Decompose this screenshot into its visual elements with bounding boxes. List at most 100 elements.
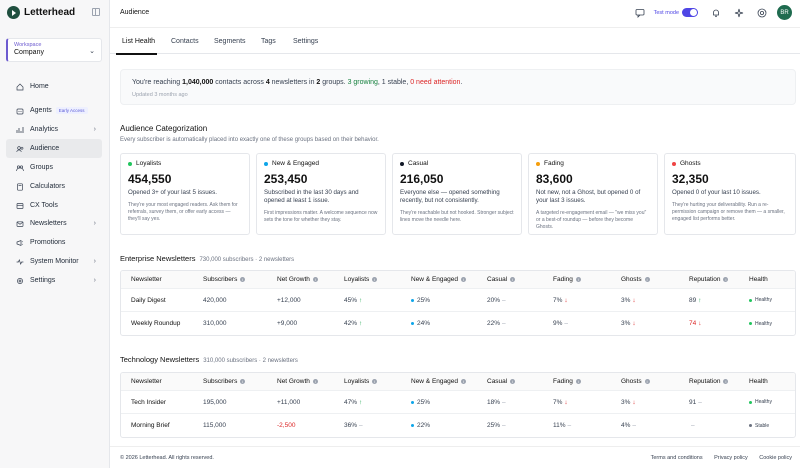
table-row[interactable]: Daily Digest 420,000 +12,000 45% ↑ 25% 20% – 7% ↓…: [121, 289, 795, 312]
test-mode-toggle[interactable]: [682, 8, 698, 17]
sidebar-item-audience[interactable]: Audience: [6, 139, 102, 158]
info-icon[interactable]: i: [372, 379, 378, 384]
category-name: Loyalists: [136, 160, 162, 167]
app-logo[interactable]: Letterhead: [7, 6, 75, 19]
table-row[interactable]: Weekly Roundup 310,000 +9,000 42% ↑ 24% 22% – 9%…: [121, 312, 795, 335]
category-header: Fading: [536, 160, 650, 167]
column-header[interactable]: New & Engaged i: [411, 373, 466, 390]
category-card-fading: Fading 83,600 Not new, not a Ghost, but op…: [528, 153, 658, 235]
column-header[interactable]: Fading i: [553, 271, 581, 288]
trend-down-icon: ↓: [698, 320, 702, 327]
user-avatar[interactable]: BR: [777, 5, 792, 20]
column-header[interactable]: Casual i: [487, 373, 516, 390]
group-name: Technology Newsletters: [120, 355, 200, 364]
column-header[interactable]: Newsletter: [131, 373, 162, 390]
status-dot: [264, 161, 268, 166]
table-row[interactable]: Morning Brief 115,000 -2,500 36% – 22% 25% – 11%…: [121, 414, 795, 437]
column-header[interactable]: Health: [749, 373, 768, 390]
info-icon[interactable]: i: [240, 277, 246, 282]
workspace-switcher[interactable]: Workspace Company ⌄: [6, 38, 102, 62]
subscribers-cell: 420,000: [203, 296, 227, 304]
page-title: Audience: [120, 9, 150, 16]
tab-settings[interactable]: Settings: [293, 38, 318, 45]
sidebar-item-newsletters[interactable]: Newsletters ›: [6, 214, 102, 233]
column-header[interactable]: Loyalists i: [344, 271, 378, 288]
column-header[interactable]: Ghosts i: [621, 373, 650, 390]
column-header[interactable]: Subscribers i: [203, 271, 246, 288]
column-header[interactable]: Ghosts i: [621, 271, 650, 288]
column-header[interactable]: Health: [749, 271, 768, 288]
group-meta: 730,000 subscribers · 2 newsletters: [199, 257, 295, 263]
column-header[interactable]: Net Growth i: [277, 271, 318, 288]
info-icon[interactable]: i: [460, 277, 466, 282]
cookie-link[interactable]: Cookie policy: [759, 455, 792, 461]
sidebar-item-system-monitor[interactable]: System Monitor ›: [6, 252, 102, 271]
sparkle-icon[interactable]: [733, 7, 744, 18]
category-card-new-engaged: New & Engaged 253,450 Subscribed in the la…: [256, 153, 386, 235]
status-dot: [400, 161, 404, 166]
info-icon[interactable]: i: [312, 379, 318, 384]
column-header[interactable]: Reputation i: [689, 271, 729, 288]
chat-icon[interactable]: [635, 7, 646, 18]
terms-link[interactable]: Terms and conditions: [651, 455, 703, 461]
sidebar-item-cx-tools[interactable]: CX Tools: [6, 196, 102, 215]
column-header[interactable]: Reputation i: [689, 373, 729, 390]
trend-up-icon: ↑: [359, 320, 363, 327]
tab-tags[interactable]: Tags: [261, 38, 276, 45]
bell-icon[interactable]: [710, 7, 721, 18]
info-icon[interactable]: i: [240, 379, 246, 384]
info-icon[interactable]: i: [723, 379, 729, 384]
info-icon[interactable]: i: [510, 277, 516, 282]
category-name: Casual: [408, 160, 429, 167]
table-row[interactable]: Tech Insider 195,000 +11,000 47% ↑ 25% 18% – 7% ↓…: [121, 391, 795, 414]
newsletter-name[interactable]: Weekly Roundup: [131, 312, 180, 335]
health-badge: Healthy: [749, 391, 772, 413]
column-header[interactable]: Net Growth i: [277, 373, 318, 390]
column-header[interactable]: Casual i: [487, 271, 516, 288]
info-icon[interactable]: i: [723, 277, 729, 282]
sidebar-item-label: Home: [30, 83, 49, 90]
sidebar-item-home[interactable]: Home: [6, 77, 102, 96]
newsletter-name[interactable]: Tech Insider: [131, 391, 166, 413]
tab-contacts[interactable]: Contacts: [171, 38, 199, 45]
trend-flat-icon: –: [502, 398, 506, 406]
loyalists-cell: 45% ↑: [344, 296, 363, 304]
sidebar-item-promotions[interactable]: Promotions: [6, 233, 102, 252]
column-header[interactable]: New & Engaged i: [411, 271, 466, 288]
column-header[interactable]: Newsletter: [131, 271, 162, 288]
sidebar-item-analytics[interactable]: Analytics ›: [6, 120, 102, 139]
info-icon[interactable]: i: [510, 379, 516, 384]
info-icon[interactable]: i: [644, 277, 650, 282]
newsletter-name[interactable]: Morning Brief: [131, 414, 170, 437]
privacy-link[interactable]: Privacy policy: [714, 455, 748, 461]
newsletter-name[interactable]: Daily Digest: [131, 289, 166, 311]
trend-flat-icon: –: [502, 296, 506, 304]
group-meta: 310,000 subscribers · 2 newsletters: [203, 358, 298, 364]
info-icon[interactable]: i: [575, 277, 581, 282]
group-title-technology-newsletters: Technology Newsletters 310,000 subscriber…: [120, 355, 298, 364]
sidebar-item-agents[interactable]: Agents Early Access: [6, 101, 102, 120]
trend-up-icon: ↑: [359, 296, 363, 304]
category-note: First impressions matter. A welcome sequ…: [264, 210, 378, 223]
info-icon[interactable]: i: [575, 379, 581, 384]
column-header[interactable]: Subscribers i: [203, 373, 246, 390]
category-count: 83,600: [536, 172, 573, 186]
sidebar-item-settings[interactable]: Settings ›: [6, 271, 102, 290]
sidebar-item-groups[interactable]: Groups: [6, 158, 102, 177]
tab-list-health[interactable]: List Health: [122, 38, 155, 45]
loyalists-cell: 47% ↑: [344, 398, 363, 406]
info-icon[interactable]: i: [644, 379, 650, 384]
column-header[interactable]: Fading i: [553, 373, 581, 390]
info-icon[interactable]: i: [312, 277, 318, 282]
tab-segments[interactable]: Segments: [214, 38, 246, 45]
info-icon[interactable]: i: [372, 277, 378, 282]
sidebar-item-calculators[interactable]: Calculators: [6, 177, 102, 196]
info-icon[interactable]: i: [460, 379, 466, 384]
column-header[interactable]: Loyalists i: [344, 373, 378, 390]
help-icon[interactable]: [756, 7, 767, 18]
category-card-loyalists: Loyalists 454,550 Opened 3+ of your last 5…: [120, 153, 250, 235]
sidebar-collapse-icon[interactable]: [92, 8, 100, 16]
fading-cell: 7% ↓: [553, 398, 568, 406]
status-dot: [749, 400, 752, 404]
sidebar-item-label: Newsletters: [30, 220, 67, 227]
